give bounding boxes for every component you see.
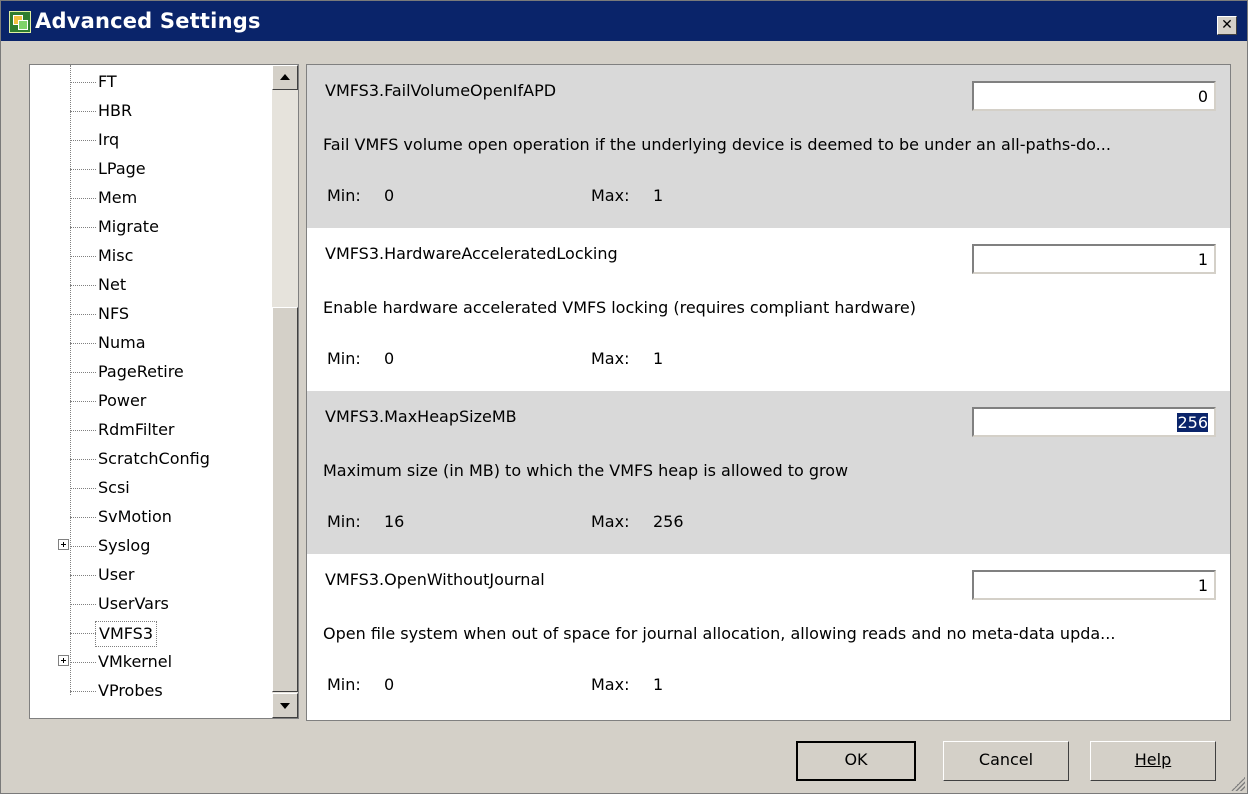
tree-connector <box>70 546 96 547</box>
setting-description: Enable hardware accelerated VMFS locking… <box>323 298 917 317</box>
tree-item-label: RdmFilter <box>98 420 175 439</box>
max-value: 1 <box>653 186 664 205</box>
tree-connector <box>70 227 96 228</box>
tree-connector <box>70 198 96 199</box>
title-bar[interactable]: Advanced Settings ✕ <box>1 1 1247 41</box>
min-value: 0 <box>384 675 395 694</box>
setting-value-input[interactable]: 1 <box>972 244 1216 274</box>
expand-icon[interactable] <box>58 655 69 666</box>
settings-panel: VMFS3.FailVolumeOpenIfAPD 0 Fail VMFS vo… <box>306 64 1231 721</box>
setting-description: Fail VMFS volume open operation if the u… <box>323 135 1111 154</box>
tree-item-label: FT <box>98 72 117 91</box>
help-button[interactable]: Help <box>1090 741 1216 781</box>
tree-item-label: PageRetire <box>98 362 184 381</box>
tree-connector <box>70 604 96 605</box>
tree-connector <box>70 401 96 402</box>
tree-item-label: Migrate <box>98 217 159 236</box>
tree-item-label: Power <box>98 391 147 410</box>
tree-connector <box>70 285 96 286</box>
min-label: Min: <box>327 186 361 205</box>
setting-row: VMFS3.MaxHeapSizeMB 256 Maximum size (in… <box>307 391 1230 554</box>
tree-connector <box>70 691 96 692</box>
help-button-label: Help <box>1134 750 1172 769</box>
tree-connector <box>70 140 96 141</box>
tree-connector <box>70 517 96 518</box>
setting-row: VMFS3.FailVolumeOpenIfAPD 0 Fail VMFS vo… <box>307 65 1230 228</box>
setting-value-input[interactable]: 1 <box>972 570 1216 600</box>
tree-item-label: Misc <box>98 246 134 265</box>
tree-item-label: Irq <box>98 130 120 149</box>
tree-item-label: LPage <box>98 159 146 178</box>
tree-item-label: NFS <box>98 304 130 323</box>
max-label: Max: <box>591 675 630 694</box>
close-button[interactable]: ✕ <box>1217 16 1237 35</box>
tree-connector <box>70 633 96 634</box>
selected-text: 256 <box>1177 413 1208 432</box>
tree-item-label: UserVars <box>98 594 169 613</box>
scroll-thumb[interactable] <box>272 307 298 692</box>
window-title: Advanced Settings <box>35 9 261 33</box>
min-label: Min: <box>327 349 361 368</box>
max-value: 1 <box>653 675 664 694</box>
app-icon <box>9 11 31 33</box>
tree-connector <box>70 256 96 257</box>
tree-item-label: VProbes <box>98 681 163 700</box>
tree-connector <box>70 82 96 83</box>
tree-connector <box>70 662 96 663</box>
min-label: Min: <box>327 512 361 531</box>
tree-item-label: Scsi <box>98 478 130 497</box>
tree-item-label: SvMotion <box>98 507 172 526</box>
tree-item-label: VMkernel <box>98 652 173 671</box>
tree-guide-line <box>70 65 72 695</box>
setting-row: VMFS3.OpenWithoutJournal 1 Open file sys… <box>307 554 1230 717</box>
min-value: 0 <box>384 349 395 368</box>
scroll-down-button[interactable] <box>272 693 298 718</box>
max-label: Max: <box>591 349 630 368</box>
setting-row: VMFS3.HardwareAcceleratedLocking 1 Enabl… <box>307 228 1230 391</box>
tree-connector <box>70 169 96 170</box>
expand-icon[interactable] <box>58 539 69 550</box>
min-value: 0 <box>384 186 395 205</box>
setting-name: VMFS3.MaxHeapSizeMB <box>325 407 517 426</box>
tree-item-label: Syslog <box>98 536 151 555</box>
tree-connector <box>70 575 96 576</box>
tree-connector <box>70 343 96 344</box>
tree-connector <box>70 111 96 112</box>
max-label: Max: <box>591 512 630 531</box>
cancel-button[interactable]: Cancel <box>943 741 1069 781</box>
tree-item-label: Numa <box>98 333 146 352</box>
setting-value-input[interactable]: 256 <box>972 407 1216 437</box>
tree-item-label: HBR <box>98 101 133 120</box>
advanced-settings-dialog: Advanced Settings ✕ FT HBR Irq LPage Mem Migr… <box>0 0 1248 794</box>
tree-connector <box>70 314 96 315</box>
min-value: 16 <box>384 512 405 531</box>
setting-name: VMFS3.FailVolumeOpenIfAPD <box>325 81 557 100</box>
close-icon: ✕ <box>1221 17 1233 33</box>
resize-grip-icon[interactable] <box>1231 777 1245 791</box>
tree-item-label: VMFS3 <box>95 621 158 647</box>
max-label: Max: <box>591 186 630 205</box>
setting-description: Maximum size (in MB) to which the VMFS h… <box>323 461 849 480</box>
max-value: 1 <box>653 349 664 368</box>
tree-scrollbar[interactable] <box>272 65 298 718</box>
tree-item-label: ScratchConfig <box>98 449 210 468</box>
tree-connector <box>70 488 96 489</box>
tree-item-label: User <box>98 565 135 584</box>
tree-item-label: Net <box>98 275 127 294</box>
setting-value-input[interactable]: 0 <box>972 81 1216 111</box>
min-label: Min: <box>327 675 361 694</box>
settings-tree[interactable]: FT HBR Irq LPage Mem Migrate Misc Net NFS Numa Pag… <box>29 64 299 719</box>
setting-description: Open file system when out of space for j… <box>323 624 1116 643</box>
tree-connector <box>70 430 96 431</box>
tree-connector <box>70 372 96 373</box>
tree-connector <box>70 459 96 460</box>
setting-name: VMFS3.HardwareAcceleratedLocking <box>325 244 618 263</box>
max-value: 256 <box>653 512 684 531</box>
setting-name: VMFS3.OpenWithoutJournal <box>325 570 545 589</box>
ok-button[interactable]: OK <box>796 741 916 781</box>
tree-item-label: Mem <box>98 188 138 207</box>
scroll-up-button[interactable] <box>272 65 298 90</box>
